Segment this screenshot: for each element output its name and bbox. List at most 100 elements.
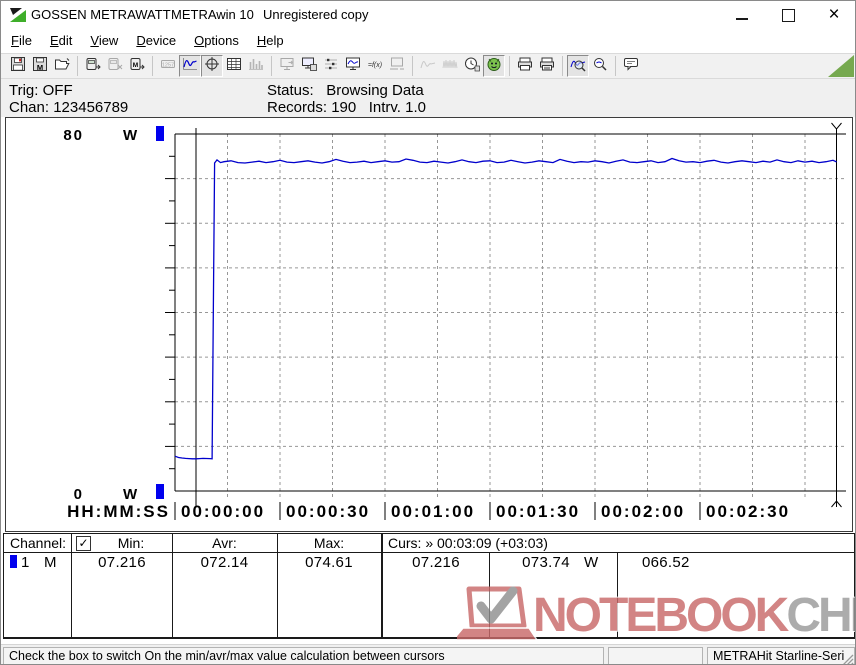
chart-plot[interactable]: 00:00:0000:00:3000:01:0000:01:3000:02:00… [6, 118, 852, 531]
channel-table: Channel: ✓ Min: Avr: Max: Curs: » 00:03:… [3, 533, 855, 639]
y-max-label: 80 [63, 127, 84, 144]
license-status: Unregistered copy [263, 1, 369, 29]
title-bar[interactable]: GOSSEN METRAWATT METRAwin 10 Unregistere… [1, 1, 855, 29]
time-setup-button[interactable] [461, 55, 483, 77]
menu-view[interactable]: View [83, 29, 125, 52]
zoom-wave-icon [570, 56, 586, 77]
table-view-button[interactable] [223, 55, 245, 77]
statusbar-hint: Check the box to switch On the min/avr/m… [3, 647, 604, 665]
maximize-icon [782, 9, 795, 22]
app-logo-icon [9, 6, 27, 24]
folder-icon [54, 56, 70, 77]
toolbar-separator [271, 56, 272, 76]
max-column-header: Max: [277, 535, 381, 551]
svg-text:M: M [133, 62, 138, 69]
time-tick-label: 00:01:00 [391, 502, 475, 521]
print-button[interactable] [514, 55, 536, 77]
toolbar-separator [509, 56, 510, 76]
menu-device[interactable]: Device [129, 29, 183, 52]
power-curve [175, 159, 837, 459]
formula-button[interactable]: =f(x) [364, 55, 386, 77]
toolbar-separator [152, 56, 153, 76]
histogram-view-button [245, 55, 267, 77]
export-button [276, 55, 298, 77]
table-divider [617, 553, 618, 637]
save-button[interactable] [7, 55, 29, 77]
print-report-button[interactable] [536, 55, 558, 77]
records-info: Records: 190 Intrv. 1.0 [267, 99, 426, 116]
menu-help[interactable]: Help [250, 29, 291, 52]
wave-dense-icon [442, 56, 458, 77]
beast-icon [486, 56, 502, 77]
meter-m-icon: M [129, 56, 145, 77]
save-as-button[interactable]: M [29, 55, 51, 77]
channel-number: 1 [21, 554, 30, 571]
cursor1-value: 07.216 [383, 554, 489, 571]
open-button[interactable] [51, 55, 73, 77]
statusbar-empty-panel [608, 647, 703, 665]
y-min-label: 0 [74, 486, 84, 503]
grid-icon [226, 56, 242, 77]
zoom-reset-button[interactable] [589, 55, 611, 77]
monitor-display-button[interactable] [342, 55, 364, 77]
time-tick-label: 00:02:30 [706, 502, 790, 521]
max-value: 074.61 [277, 554, 381, 571]
table-divider [71, 534, 72, 637]
meter-arrow-icon [85, 56, 101, 77]
min-column-header: Min: [90, 535, 172, 551]
device-memory-button[interactable]: M [126, 55, 148, 77]
menu-edit[interactable]: Edit [43, 29, 79, 52]
table-divider [381, 534, 383, 637]
avr-column-header: Avr: [172, 535, 277, 551]
value-unit: W [584, 554, 598, 571]
hint-button[interactable] [620, 55, 642, 77]
clock-icon [464, 56, 480, 77]
menu-bar: FileEditViewDeviceOptionsHelp [1, 29, 855, 54]
time-tick-label: 00:00:30 [286, 502, 370, 521]
bars-icon [248, 56, 264, 77]
table-header-divider [4, 552, 854, 553]
avr-value: 072.14 [172, 554, 277, 571]
status-bar: Check the box to switch On the min/avr/m… [1, 644, 855, 665]
floppy-icon [10, 56, 26, 77]
trigger-status: Trig: OFF [9, 82, 73, 99]
sliders-icon [323, 56, 339, 77]
floppy-m-icon: M [32, 56, 48, 77]
maximize-button[interactable] [773, 2, 803, 28]
close-button[interactable]: × [819, 2, 849, 28]
numeric-view-button: 1257 [157, 55, 179, 77]
menu-options[interactable]: Options [187, 29, 246, 52]
channel-mode: M [44, 554, 57, 571]
wave-small-icon [420, 56, 436, 77]
chart-view-button[interactable] [179, 55, 201, 77]
crosshair-icon [204, 56, 220, 77]
time-tick-label: 00:02:00 [601, 502, 685, 521]
corner-triangle-icon [828, 55, 854, 77]
device-clear-button [104, 55, 126, 77]
application-window: GOSSEN METRAWATT METRAwin 10 Unregistere… [0, 0, 856, 665]
toolbar-separator [77, 56, 78, 76]
toolbar: M M 1257 =f(x) [1, 53, 855, 79]
channel-marker-top [156, 126, 164, 141]
app-name-title: METRAwin 10 [171, 1, 254, 29]
chart-panel[interactable]: 00:00:0000:00:3000:01:0000:01:3000:02:00… [5, 117, 853, 532]
cursor-mode-button[interactable] [201, 55, 223, 77]
between-cursors-value: 066.52 [642, 554, 690, 571]
envelope-curve-button [439, 55, 461, 77]
zoom-in-button[interactable] [567, 55, 589, 77]
menu-file[interactable]: File [4, 29, 39, 52]
channel-list: Chan: 123456789 [9, 99, 128, 116]
svg-text:1257: 1257 [162, 62, 174, 68]
minimize-button[interactable] [727, 2, 757, 28]
status-panel: Trig: OFF Chan: 123456789 Status: Browsi… [1, 79, 855, 117]
resize-grip[interactable] [840, 652, 854, 665]
monitor-wave-icon [345, 56, 361, 77]
live-monitor-button[interactable] [483, 55, 505, 77]
toolbar-separator [412, 56, 413, 76]
store-screen-button[interactable] [298, 55, 320, 77]
between-cursors-checkbox[interactable]: ✓ [76, 536, 91, 551]
y-unit-bottom-label: W [123, 486, 139, 503]
table-divider [489, 553, 490, 637]
channel-setup-button[interactable] [320, 55, 342, 77]
device-read-button[interactable] [82, 55, 104, 77]
